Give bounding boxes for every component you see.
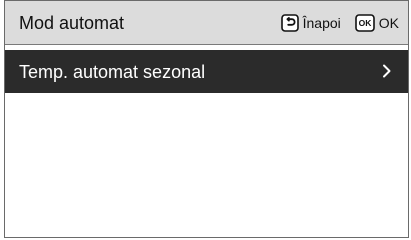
back-return-icon [280,14,299,32]
menu-item-label: Temp. automat sezonal [19,62,206,82]
menu-list: Temp. automat sezonal [5,50,408,93]
header-actions: Înapoi OK OK [280,13,399,33]
header-bar: Mod automat Înapoi OK OK [5,1,408,45]
ok-key-text: OK [358,18,372,28]
screen: Mod automat Înapoi OK OK Temp. automat s… [4,0,409,238]
back-button[interactable]: Înapoi [280,13,341,33]
menu-item-temp-automat-sezonal[interactable]: Temp. automat sezonal [5,50,408,93]
ok-key-icon: OK [354,14,375,32]
ok-button[interactable]: OK OK [354,13,399,33]
back-label: Înapoi [302,15,341,31]
page-title: Mod automat [19,13,125,33]
chevron-right-icon [383,64,391,78]
ok-label: OK [378,15,399,31]
